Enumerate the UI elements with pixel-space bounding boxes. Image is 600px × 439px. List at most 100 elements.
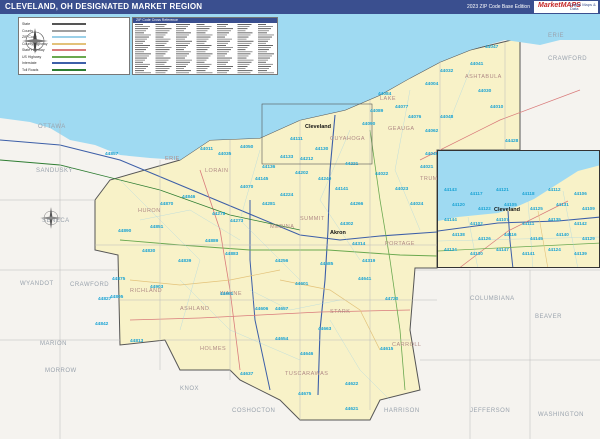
- zip-table-line: [176, 45, 188, 46]
- inset-zip-label: 44112: [548, 187, 561, 192]
- zip-table-line: [176, 24, 190, 25]
- inset-zip-label: 44129: [582, 236, 595, 241]
- inset-zip-label: 44145: [530, 236, 543, 241]
- zip-label: 44813: [130, 338, 144, 344]
- zip-table-line: [196, 55, 211, 57]
- zip-table-line: [217, 28, 233, 30]
- county-label: ASHTABULA: [465, 74, 502, 80]
- zip-table-line: [155, 45, 165, 46]
- zip-table-line: [196, 40, 207, 42]
- zip-table-line: [196, 53, 213, 55]
- zip-table-line: [176, 38, 185, 40]
- zip-table-line: [237, 68, 246, 69]
- zip-table-line: [155, 61, 167, 63]
- zip-label: 44041: [470, 61, 484, 67]
- county-label: OTTAWA: [38, 124, 66, 130]
- zip-table-line: [217, 68, 231, 69]
- zip-label: 44224: [280, 192, 294, 198]
- zip-table-line: [155, 59, 169, 61]
- county-label: BEAVER: [535, 314, 562, 320]
- zip-label: 44685: [320, 261, 334, 267]
- zip-table-line: [135, 45, 150, 46]
- zip-table-line: [237, 66, 248, 67]
- cleveland-inset[interactable]: Cleveland 44143 44117 44121 44118 44112 44106…: [437, 150, 600, 268]
- legend-item: Interstate: [22, 61, 127, 65]
- zip-table-line: [237, 28, 248, 30]
- zip-table-line: [135, 42, 143, 44]
- zip-table-line: [196, 26, 212, 27]
- zip-table-line: [135, 36, 149, 38]
- zip-table-line: [176, 34, 189, 36]
- zip-table-line: [258, 45, 273, 46]
- zip-table-line: [196, 72, 213, 74]
- zip-table-line: [217, 59, 230, 61]
- zip-table-line: [135, 49, 146, 51]
- inset-zip-label: 44116: [504, 232, 517, 237]
- county-label: CARROLL: [392, 342, 421, 348]
- zip-table-line: [176, 61, 190, 63]
- zip-label: 44641: [358, 276, 372, 282]
- county-label: COSHOCTON: [232, 408, 275, 414]
- zip-label: 44883: [225, 251, 239, 257]
- zip-table-line: [217, 40, 230, 42]
- zip-table-line: [155, 28, 172, 30]
- county-label: PORTAGE: [385, 241, 415, 247]
- zip-label: 44830: [142, 248, 156, 254]
- zip-table-line: [258, 57, 270, 59]
- zip-table-line: [258, 28, 271, 30]
- zip-label: 44903: [150, 284, 164, 290]
- inset-zip-label: 44111: [522, 221, 535, 226]
- county-label: HARRISON: [384, 408, 420, 414]
- zip-table-line: [258, 26, 273, 27]
- zip-table-line: [196, 32, 206, 34]
- legend-swatch: [52, 42, 86, 45]
- zip-table-line: [237, 45, 250, 46]
- zip-table-line: [217, 61, 228, 63]
- zip-table-line: [196, 61, 205, 63]
- zip-label: 44846: [182, 194, 196, 200]
- county-label: COLUMBIANA: [470, 296, 515, 302]
- zip-table-line: [176, 36, 187, 38]
- zip-table-line: [196, 66, 210, 67]
- zip-table-line: [196, 36, 211, 38]
- county-label: CUYAHOGA: [330, 136, 365, 142]
- zip-label: 44141: [335, 186, 349, 192]
- zip-table-line: [258, 59, 268, 61]
- county-label: HURON: [138, 208, 161, 214]
- zip-table-line: [237, 61, 252, 63]
- legend-item-label: Toll Roads: [22, 67, 39, 72]
- zip-label: 44050: [240, 144, 254, 150]
- edition-label: 2023 ZIP Code Base Edition: [466, 4, 530, 10]
- inset-zip-label: 44142: [574, 221, 587, 226]
- zip-label: 44615: [380, 346, 394, 352]
- zip-table-line: [176, 70, 191, 72]
- inset-zip-label: 44144: [444, 217, 457, 222]
- legend-swatch: [52, 68, 86, 71]
- city-label: Cleveland: [305, 124, 331, 130]
- county-label: MARION: [40, 341, 67, 347]
- zip-table-line: [217, 51, 229, 53]
- zip-label: 44851: [150, 224, 164, 230]
- compass-rose-icon-west: [40, 207, 62, 229]
- zip-label: 44221: [345, 161, 359, 167]
- zip-table-line: [258, 66, 271, 67]
- zip-label: 44646: [300, 351, 314, 357]
- zip-label: 44266: [350, 201, 364, 207]
- zip-label: 44145: [255, 176, 269, 182]
- zip-label: 44023: [395, 186, 409, 192]
- zip-table-line: [237, 63, 250, 65]
- zip-label: 44622: [345, 381, 359, 387]
- zip-label: 44281: [262, 201, 276, 207]
- zip-table-line: [258, 40, 268, 42]
- county-label: MORROW: [45, 368, 77, 374]
- zip-table-line: [217, 32, 229, 34]
- zip-table-line: [176, 30, 184, 32]
- zip-table-line: [237, 72, 251, 74]
- zip-table-line: [155, 40, 169, 42]
- zip-table-line: [217, 49, 231, 51]
- zip-table-line: [196, 51, 206, 53]
- zip-table-line: [176, 57, 185, 59]
- zip-table-line: [217, 24, 228, 25]
- zip-label: 44024: [410, 201, 424, 207]
- zip-table-line: [237, 53, 251, 55]
